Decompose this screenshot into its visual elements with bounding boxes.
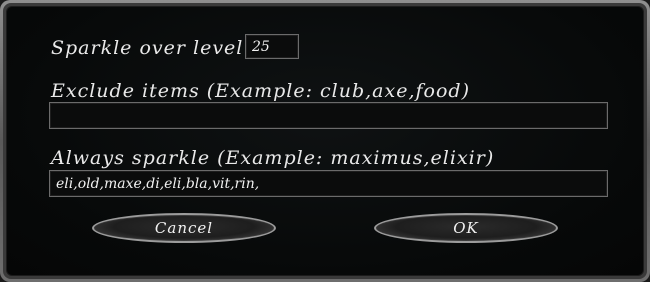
dialog-panel: Sparkle over level Exclude items (Exampl… <box>6 6 644 276</box>
dialog-frame: Sparkle over level Exclude items (Exampl… <box>3 3 647 279</box>
exclude-items-input[interactable] <box>49 102 608 129</box>
settings-dialog: Sparkle over level Exclude items (Exampl… <box>0 0 650 282</box>
cancel-button[interactable]: Cancel <box>92 213 276 243</box>
always-sparkle-input[interactable] <box>49 170 608 197</box>
always-sparkle-label: Always sparkle (Example: maximus,elixir) <box>51 147 495 169</box>
sparkle-over-level-label: Sparkle over level <box>51 37 244 59</box>
exclude-items-label: Exclude items (Example: club,axe,food) <box>51 80 470 102</box>
ok-button[interactable]: OK <box>374 213 558 243</box>
sparkle-over-level-input[interactable] <box>245 34 299 59</box>
